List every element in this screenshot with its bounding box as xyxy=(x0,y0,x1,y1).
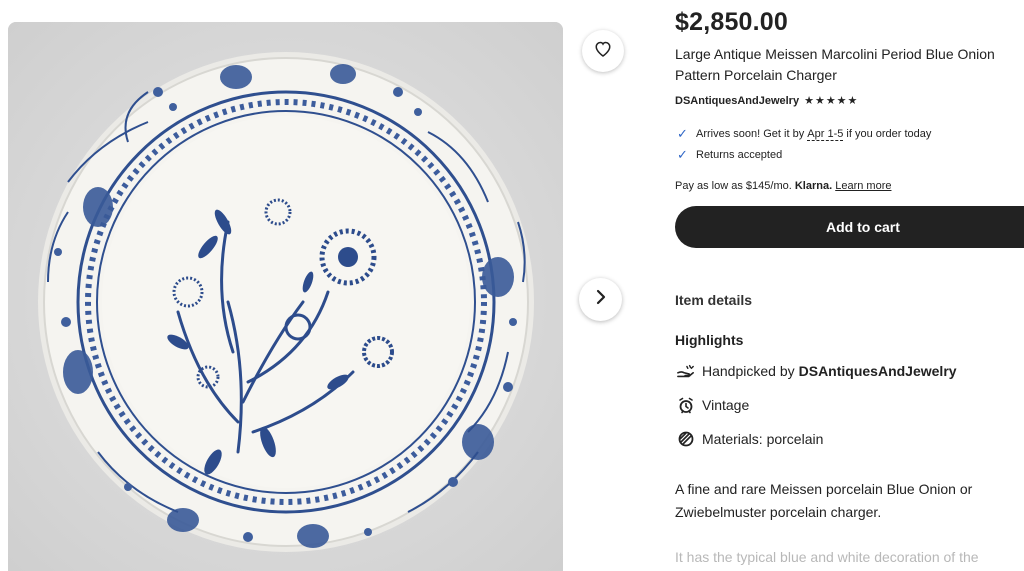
listing-title: Large Antique Meissen Marcolini Period B… xyxy=(675,46,995,83)
vintage-text: Vintage xyxy=(702,397,750,413)
next-image-button[interactable] xyxy=(579,278,622,321)
highlight-vintage: Vintage xyxy=(677,396,749,414)
plate-image xyxy=(8,22,563,571)
arrives-date[interactable]: Apr 1-5 xyxy=(807,128,844,141)
chevron-right-icon xyxy=(594,289,608,310)
arrives-prefix: Arrives soon! Get it by xyxy=(696,128,805,140)
klarna-info: Pay as low as $145/mo. Klarna. Learn mor… xyxy=(675,180,891,192)
handpicked-prefix: Handpicked by xyxy=(702,363,795,379)
favorite-button[interactable] xyxy=(582,30,624,72)
item-details-heading[interactable]: Item details xyxy=(675,292,752,308)
hand-icon xyxy=(677,362,695,380)
highlights-heading: Highlights xyxy=(675,332,744,348)
add-to-cart-label: Add to cart xyxy=(826,219,900,235)
rating-stars: ★★★★★ xyxy=(804,95,859,107)
learn-more-link[interactable]: Learn more xyxy=(835,180,891,192)
arrives-suffix: if you order today xyxy=(846,128,932,140)
highlight-materials: Materials: porcelain xyxy=(677,430,823,448)
handpicked-shop-link[interactable]: DSAntiquesAndJewelry xyxy=(799,363,957,379)
check-icon: ✓ xyxy=(677,126,688,141)
klarna-prefix: Pay as low as $145/mo. xyxy=(675,180,792,192)
add-to-cart-button[interactable]: Add to cart xyxy=(675,206,1024,248)
klarna-logo: Klarna. xyxy=(794,180,833,192)
check-icon: ✓ xyxy=(677,147,688,162)
price: $2,850.00 xyxy=(675,8,789,36)
returns-text: Returns accepted xyxy=(696,149,783,161)
shop-row: DSAntiquesAndJewelry ★★★★★ xyxy=(675,94,859,108)
shop-name-link[interactable]: DSAntiquesAndJewelry xyxy=(675,95,799,107)
materials-text: Materials: porcelain xyxy=(702,431,824,447)
highlight-handpicked: Handpicked by DSAntiquesAndJewelry xyxy=(677,362,957,380)
description-faded-text: It has the typical blue and white decora… xyxy=(675,549,979,565)
heart-icon xyxy=(594,40,612,62)
product-image[interactable] xyxy=(8,22,563,571)
description-text: A fine and rare Meissen porcelain Blue O… xyxy=(675,481,973,520)
arrival-info: ✓ Arrives soon! Get it by Apr 1-5 if you… xyxy=(677,126,931,142)
returns-info: ✓ Returns accepted xyxy=(677,147,782,163)
alarm-clock-icon xyxy=(677,396,695,414)
materials-icon xyxy=(677,430,695,448)
